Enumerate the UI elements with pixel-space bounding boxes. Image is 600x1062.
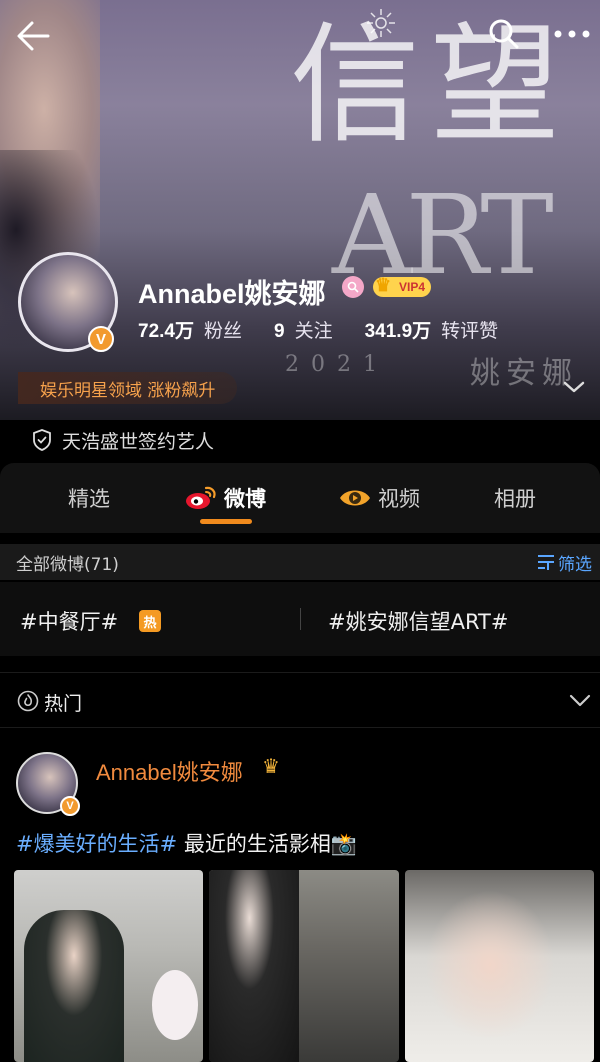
weibo-logo-icon bbox=[186, 486, 216, 509]
hot-section-header[interactable]: 热门 bbox=[0, 672, 600, 728]
verification-text: 天浩盛世签约艺人 bbox=[62, 430, 215, 453]
engagement-count: 341.9万 bbox=[364, 321, 432, 342]
tab-video[interactable]: 视频 bbox=[338, 483, 420, 513]
post-photo-3[interactable] bbox=[404, 870, 594, 1062]
topic-divider bbox=[300, 608, 301, 630]
vip-badge[interactable]: ♛ VIP4 bbox=[373, 275, 432, 297]
arrow-left-icon[interactable] bbox=[14, 18, 54, 54]
profile-cover: 信 望 ART 2021 姚安娜 bbox=[0, 0, 600, 420]
hot-badge: 热 bbox=[139, 610, 161, 632]
profile-tabs: 精选 微博 视频 相册 bbox=[0, 463, 600, 533]
post-count: 全部微博(71) bbox=[16, 554, 119, 575]
vip-label: VIP4 bbox=[399, 280, 426, 294]
engagement-label: 转评赞 bbox=[441, 320, 499, 342]
photo-plush bbox=[152, 970, 198, 1040]
tab-label: 相册 bbox=[494, 487, 536, 511]
photo-hands bbox=[424, 890, 555, 1040]
post-photo-grid bbox=[14, 870, 594, 1062]
video-eye-icon bbox=[340, 490, 370, 506]
followers-count[interactable]: 72.4万 bbox=[138, 316, 194, 343]
filter-label: 筛选 bbox=[558, 554, 592, 575]
profile-avatar[interactable]: V bbox=[18, 252, 120, 354]
shield-check-icon bbox=[33, 429, 51, 451]
tab-label: 视频 bbox=[378, 487, 420, 511]
verification-row: 天浩盛世签约艺人 bbox=[0, 420, 600, 460]
filter-bar: 全部微博(71) 筛选 bbox=[0, 544, 600, 580]
cover-art-year: 2021 bbox=[285, 352, 389, 377]
tab-label: 精选 bbox=[68, 487, 110, 511]
following-count[interactable]: 9 bbox=[274, 321, 285, 343]
filter-button[interactable]: 筛选 bbox=[536, 550, 592, 575]
tab-album[interactable]: 相册 bbox=[494, 483, 536, 513]
search-icon[interactable] bbox=[488, 18, 520, 50]
cover-art-word: ART bbox=[332, 171, 554, 299]
following-label[interactable]: 关注 bbox=[295, 316, 333, 343]
chevron-down-icon[interactable] bbox=[562, 378, 586, 396]
post-username[interactable]: Annabel姚安娜 bbox=[96, 755, 243, 787]
profile-username: Annabel姚安娜 bbox=[138, 279, 326, 309]
search-tag-icon[interactable] bbox=[342, 276, 364, 298]
followers-label[interactable]: 粉丝 bbox=[204, 316, 242, 343]
profile-stats: 72.4万 粉丝 9 关注 341.9万 转评赞 bbox=[138, 316, 530, 343]
crown-icon: ♛ bbox=[262, 754, 280, 778]
photo-subject bbox=[24, 910, 124, 1062]
tab-weibo[interactable]: 微博 bbox=[184, 483, 266, 513]
tab-featured[interactable]: 精选 bbox=[68, 483, 110, 513]
post-body: 最近的生活影相📸 bbox=[177, 832, 358, 856]
photo-subject bbox=[209, 870, 300, 1062]
domain-tag[interactable]: 娱乐明星领域 涨粉飙升 bbox=[18, 372, 238, 404]
crown-icon: ♛ bbox=[375, 275, 392, 295]
filter-lines-icon bbox=[538, 555, 554, 570]
active-tab-indicator bbox=[200, 519, 252, 524]
topic-chip-1[interactable]: #中餐厅# bbox=[20, 606, 118, 636]
topic-chip-2[interactable]: #姚安娜信望ART# bbox=[328, 606, 508, 636]
verified-badge: V bbox=[88, 326, 114, 352]
chevron-down-icon[interactable] bbox=[568, 693, 592, 709]
post-topic-link[interactable]: #爆美好的生活# bbox=[16, 832, 177, 856]
post-avatar[interactable]: V bbox=[16, 752, 80, 816]
topic-bar: #中餐厅# 热 #姚安娜信望ART# bbox=[0, 582, 600, 656]
tab-label: 微博 bbox=[224, 487, 266, 511]
cover-art-char-1: 信 bbox=[290, 9, 423, 161]
post-photo-1[interactable] bbox=[14, 870, 204, 1062]
flame-icon bbox=[17, 690, 39, 712]
more-dots-icon[interactable] bbox=[552, 18, 592, 50]
hot-label: 热门 bbox=[44, 693, 83, 715]
post-text: #爆美好的生活# 最近的生活影相📸 bbox=[16, 828, 357, 858]
verified-badge: V bbox=[60, 796, 80, 816]
post-photo-2[interactable] bbox=[209, 870, 399, 1062]
